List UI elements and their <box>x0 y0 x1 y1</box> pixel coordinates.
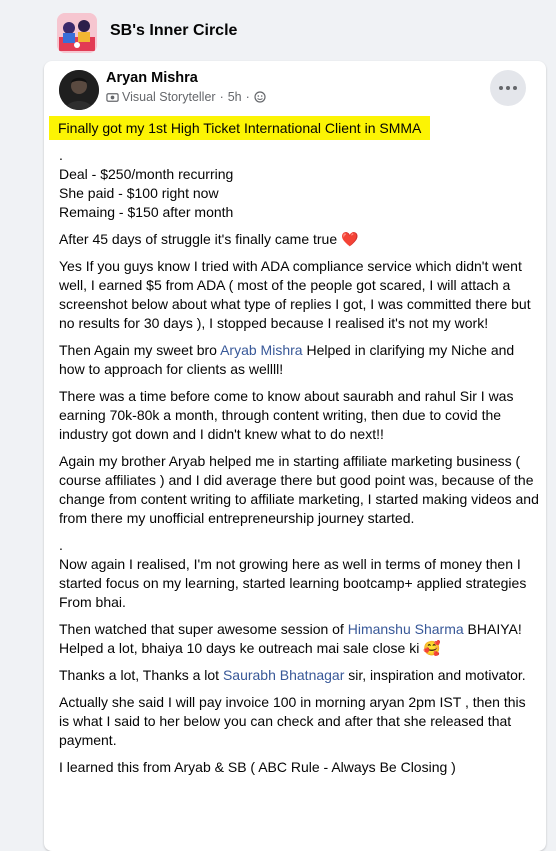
heart-icon: ❤️ <box>341 231 359 247</box>
remaining-line: Remaing - $150 after month <box>59 204 234 220</box>
group-avatar[interactable] <box>57 13 97 53</box>
more-dots-icon <box>506 86 510 90</box>
group-name[interactable]: SB's Inner Circle <box>110 22 237 40</box>
more-options-button[interactable] <box>490 70 526 106</box>
author-photo-icon <box>59 70 99 110</box>
dot-line: . <box>59 147 63 163</box>
realised-paragraph: Now again I realised, I'm not growing he… <box>59 556 527 610</box>
author-avatar[interactable] <box>59 70 99 110</box>
post-headline: Finally got my 1st High Ticket Internati… <box>49 116 431 140</box>
dot-line: . <box>59 537 63 553</box>
paid-line: She paid - $100 right now <box>59 185 219 201</box>
invoice-paragraph: Actually she said I will pay invoice 100… <box>59 694 526 748</box>
more-dots-icon <box>513 86 517 90</box>
ada-paragraph: Yes If you guys know I tried with ADA co… <box>59 258 531 331</box>
post-card: Aryan Mishra Visual Storyteller · 5h · F… <box>44 61 546 851</box>
post-time[interactable]: 5h <box>228 90 242 104</box>
meta-separator: · <box>245 90 250 104</box>
then-paragraph: Then Again my sweet bro Aryab Mishra Hel… <box>59 341 539 379</box>
group-avatar-art-icon <box>57 13 97 53</box>
watched-prefix: Then watched that super awesome session … <box>59 621 348 637</box>
post-body: . Deal - $250/month recurring She paid -… <box>59 146 539 785</box>
deal-line: Deal - $250/month recurring <box>59 166 234 182</box>
author-name[interactable]: Aryan Mishra <box>106 70 198 86</box>
storyteller-badge-icon <box>106 92 119 102</box>
then-prefix: Then Again my sweet bro <box>59 342 221 358</box>
time-paragraph: There was a time before come to know abo… <box>59 388 514 442</box>
mention-himanshu-sharma[interactable]: Himanshu Sharma <box>348 621 464 637</box>
watched-paragraph: Then watched that super awesome session … <box>59 620 539 658</box>
struggle-line: After 45 days of struggle it's finally c… <box>59 230 539 249</box>
learned-paragraph: I learned this from Aryab & SB ( ABC Rul… <box>59 759 456 775</box>
author-badge[interactable]: Visual Storyteller <box>122 90 216 104</box>
post-meta: Visual Storyteller · 5h · <box>106 90 266 104</box>
privacy-icon[interactable] <box>254 91 266 103</box>
affiliate-paragraph: Again my brother Aryab helped me in star… <box>59 453 539 526</box>
thanks-suffix: sir, inspiration and motivator. <box>344 667 526 683</box>
more-dots-icon <box>499 86 503 90</box>
group-header: SB's Inner Circle <box>0 0 556 64</box>
mention-saurabh-bhatnagar[interactable]: Saurabh Bhatnagar <box>223 667 344 683</box>
meta-separator: · <box>219 90 224 104</box>
mention-aryab-mishra[interactable]: Aryab Mishra <box>220 342 302 358</box>
smiling-hearts-icon: 🥰 <box>423 640 441 656</box>
thanks-prefix: Thanks a lot, Thanks a lot <box>59 667 223 683</box>
struggle-text: After 45 days of struggle it's finally c… <box>59 231 338 247</box>
thanks-paragraph: Thanks a lot, Thanks a lot Saurabh Bhatn… <box>59 666 539 685</box>
